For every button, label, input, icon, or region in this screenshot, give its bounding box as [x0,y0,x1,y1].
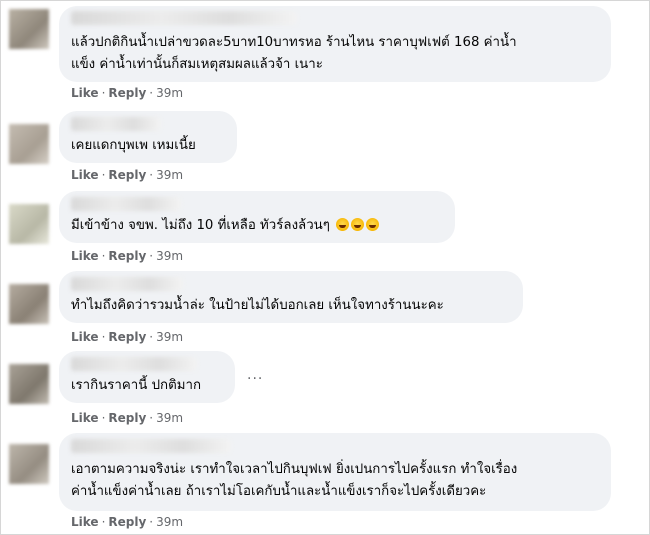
reply-button[interactable]: Reply [108,330,146,344]
timestamp[interactable]: 39m [156,330,183,344]
comment-bubble: เอาตามความจริงน่ะ เราทำใจเวลาไปกินบุฟเฟ … [59,433,611,511]
laughing-crying-face-icon [336,218,350,231]
reply-button[interactable]: Reply [108,86,146,100]
blurred-author-name[interactable] [71,277,183,291]
separator: · [149,86,154,100]
separator: · [149,515,154,529]
comment-bubble: เรากินราคานี้ ปกติมาก [59,351,235,403]
comment-text: เรากินราคานี้ ปกติมาก [71,378,201,393]
blurred-author-name[interactable] [71,11,297,25]
comment-text: เคยแดกบุพเพ เหมเนี้ย [71,138,196,153]
separator: · [149,249,154,263]
comment-actions: Like · Reply · 39m [71,86,183,100]
timestamp[interactable]: 39m [156,249,183,263]
timestamp[interactable]: 39m [156,515,183,529]
avatar[interactable] [9,9,49,49]
more-options-icon[interactable]: ··· [247,371,263,387]
comment-text: แล้วปกติกินน้ำเปล่าขวดละ5บาท10บาทรหอ ร้า… [71,35,517,72]
separator: · [149,168,154,182]
avatar[interactable] [9,364,49,404]
comment-text: มีเข้าข้าง จขพ. ไม่ถึง 10 ที่เหลือ ทัวร์… [71,215,380,237]
avatar[interactable] [9,204,49,244]
comment-bubble: ทำไมถึงคิดว่ารวมน้ำล่ะ ในป้ายไม่ได้บอกเล… [59,271,523,323]
comment-actions: Like · Reply · 39m [71,168,183,182]
comment-actions: Like · Reply · 39m [71,411,183,425]
blurred-author-name[interactable] [71,117,161,131]
comment-bubble: แล้วปกติกินน้ำเปล่าขวดละ5บาท10บาทรหอ ร้า… [59,6,611,82]
like-button[interactable]: Like [71,168,99,182]
like-button[interactable]: Like [71,330,99,344]
laughing-crying-face-icon [366,218,380,231]
separator: · [101,411,106,425]
comment-actions: Like · Reply · 39m [71,249,183,263]
comment-text: ทำไมถึงคิดว่ารวมน้ำล่ะ ในป้ายไม่ได้บอกเล… [71,298,444,313]
blurred-author-name[interactable] [71,197,181,211]
comment-bubble: เคยแดกบุพเพ เหมเนี้ย [59,111,237,163]
separator: · [101,330,106,344]
avatar[interactable] [9,124,49,164]
like-button[interactable]: Like [71,249,99,263]
separator: · [149,411,154,425]
separator: · [101,515,106,529]
comment-actions: Like · Reply · 39m [71,515,183,529]
avatar[interactable] [9,284,49,324]
reply-button[interactable]: Reply [108,168,146,182]
separator: · [149,330,154,344]
comment-thread: แล้วปกติกินน้ำเปล่าขวดละ5บาท10บาทรหอ ร้า… [0,0,650,535]
like-button[interactable]: Like [71,86,99,100]
separator: · [101,168,106,182]
comment-actions: Like · Reply · 39m [71,330,183,344]
comment-text-content: มีเข้าข้าง จขพ. ไม่ถึง 10 ที่เหลือ ทัวร์… [71,218,330,233]
avatar[interactable] [9,444,49,484]
comment-text: เอาตามความจริงน่ะ เราทำใจเวลาไปกินบุฟเฟ … [71,462,518,499]
separator: · [101,86,106,100]
blurred-author-name[interactable] [71,357,197,371]
comment-bubble: มีเข้าข้าง จขพ. ไม่ถึง 10 ที่เหลือ ทัวร์… [59,191,455,243]
reply-button[interactable]: Reply [108,249,146,263]
reply-button[interactable]: Reply [108,515,146,529]
separator: · [101,249,106,263]
like-button[interactable]: Like [71,411,99,425]
blurred-author-name[interactable] [71,439,231,453]
timestamp[interactable]: 39m [156,411,183,425]
like-button[interactable]: Like [71,515,99,529]
timestamp[interactable]: 39m [156,86,183,100]
laughing-crying-face-icon [351,218,365,231]
reply-button[interactable]: Reply [108,411,146,425]
timestamp[interactable]: 39m [156,168,183,182]
